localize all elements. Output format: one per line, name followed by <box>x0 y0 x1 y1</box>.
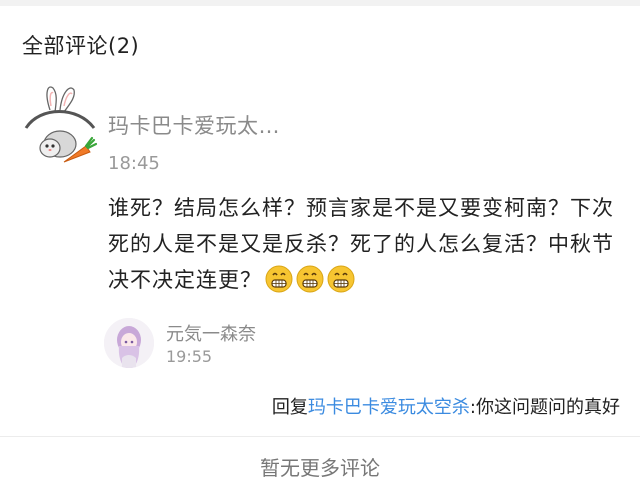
comment-username[interactable]: 玛卡巴卡爱玩太… <box>108 110 280 140</box>
no-more-comments-label: 暂无更多评论 <box>260 456 380 480</box>
grin-emoji-icon <box>327 265 355 293</box>
reply-user-avatar[interactable] <box>104 318 154 368</box>
reply-username[interactable]: 元気一森奈 <box>166 320 256 346</box>
reply-prefix: 回复 <box>271 397 308 418</box>
reply-text: :你这问题问的真好 <box>469 397 620 418</box>
user-avatar[interactable] <box>20 82 98 174</box>
top-divider <box>0 0 640 6</box>
reply-text-line: 回复玛卡巴卡爱玩太空杀:你这问题问的真好 <box>160 393 620 419</box>
rabbit-avatar-icon <box>24 86 98 163</box>
comments-section-title: 全部评论(2) <box>22 34 140 58</box>
comment-text: 谁死？结局怎么样？预言家是不是又要变柯南？下次死的人是不是又是反杀？死了的人怎么… <box>108 196 614 292</box>
comment-timestamp: 18:45 <box>108 153 160 174</box>
anime-girl-avatar-icon <box>104 318 154 368</box>
reply-timestamp: 19:55 <box>166 347 213 366</box>
grin-emoji-icon <box>265 265 293 293</box>
grin-emoji-icon <box>296 265 324 293</box>
reply-target-link[interactable]: 玛卡巴卡爱玩太空杀 <box>308 397 470 418</box>
comment-body: 谁死？结局怎么样？预言家是不是又要变柯南？下次死的人是不是又是反杀？死了的人怎么… <box>108 190 628 298</box>
footer-divider <box>0 436 640 437</box>
